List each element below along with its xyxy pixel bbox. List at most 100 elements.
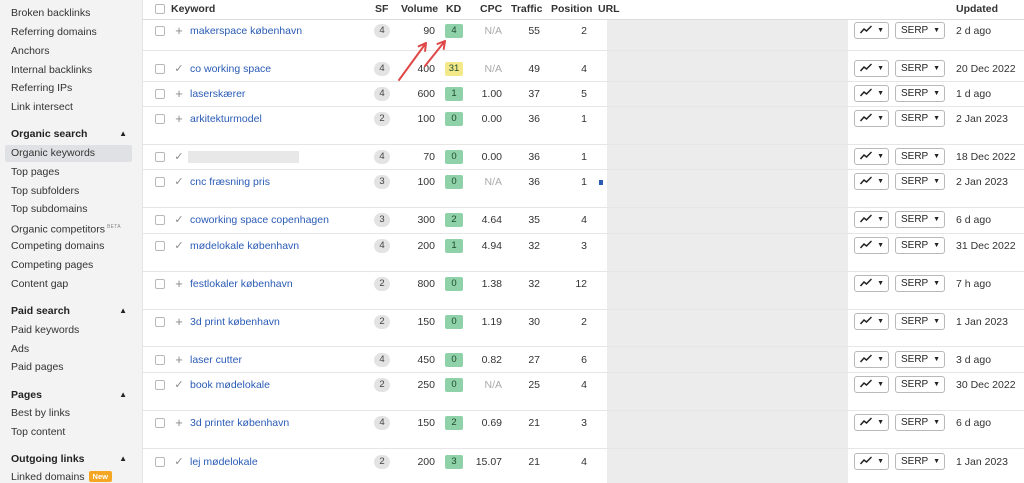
sidebar-item-outgoing-0[interactable]: Linked domains New [5,469,132,483]
row-checkbox[interactable] [155,177,165,187]
sidebar-item-organic-5[interactable]: Competing domains [5,238,132,255]
serp-features-count[interactable]: 4 [374,416,390,430]
serp-features-count[interactable]: 2 [374,455,390,469]
serp-features-count[interactable]: 4 [374,353,390,367]
row-checkbox[interactable] [155,380,165,390]
keyword-link[interactable]: lej mødelokale [190,455,258,469]
sidebar-item-pages-0[interactable]: Best by links [5,405,132,422]
add-keyword-plus-icon[interactable]: + [173,353,185,366]
serp-features-count[interactable]: 2 [374,277,390,291]
serp-dropdown[interactable]: SERP ▼ [895,211,945,228]
trend-dropdown[interactable]: ▼ [854,351,889,368]
row-checkbox[interactable] [155,26,165,36]
trend-dropdown[interactable]: ▼ [854,85,889,102]
keyword-link[interactable]: arkitekturmodel [190,112,262,126]
header-traffic[interactable]: Traffic [511,2,543,16]
keyword-link[interactable]: cnc fræsning pris [190,175,270,189]
serp-dropdown[interactable]: SERP ▼ [895,237,945,254]
sidebar-item-2[interactable]: Anchors [5,43,132,60]
sidebar-item-organic-1[interactable]: Top pages [5,164,132,181]
sidebar-item-organic-2[interactable]: Top subfolders [5,183,132,200]
row-checkbox[interactable] [155,457,165,467]
serp-features-count[interactable]: 2 [374,112,390,126]
header-position[interactable]: Position [551,2,592,16]
sidebar-item-organic-7[interactable]: Content gap [5,276,132,293]
serp-features-count[interactable]: 4 [374,150,390,164]
row-checkbox[interactable] [155,152,165,162]
keyword-added-check-icon[interactable]: ✓ [173,176,185,188]
trend-dropdown[interactable]: ▼ [854,275,889,292]
keyword-link[interactable]: book mødelokale [190,378,270,392]
add-keyword-plus-icon[interactable]: + [173,112,185,125]
serp-features-count[interactable]: 4 [374,24,390,38]
row-checkbox[interactable] [155,114,165,124]
serp-dropdown[interactable]: SERP ▼ [895,148,945,165]
header-volume[interactable]: Volume [401,2,438,16]
serp-dropdown[interactable]: SERP ▼ [895,85,945,102]
serp-features-count[interactable]: 4 [374,87,390,101]
header-sf[interactable]: SF [375,2,388,16]
keyword-added-check-icon[interactable]: ✓ [173,151,185,163]
serp-dropdown[interactable]: SERP ▼ [895,173,945,190]
keyword-link[interactable]: co working space [190,62,271,76]
url-link-icon[interactable] [599,180,603,185]
sidebar-item-pages-1[interactable]: Top content [5,424,132,441]
serp-dropdown[interactable]: SERP ▼ [895,376,945,393]
sidebar-item-1[interactable]: Referring domains [5,24,132,41]
trend-dropdown[interactable]: ▼ [854,173,889,190]
sidebar-item-0[interactable]: Broken backlinks [5,5,132,22]
sidebar-item-4[interactable]: Referring IPs [5,80,132,97]
serp-dropdown[interactable]: SERP ▼ [895,275,945,292]
sidebar-item-3[interactable]: Internal backlinks [5,62,132,79]
serp-dropdown[interactable]: SERP ▼ [895,110,945,127]
header-url[interactable]: URL [598,2,620,16]
sidebar-item-5[interactable]: Link intersect [5,99,132,116]
sidebar-item-organic-4[interactable]: Organic competitors BETA [5,219,132,236]
serp-dropdown[interactable]: SERP ▼ [895,60,945,77]
sidebar-item-paid-0[interactable]: Paid keywords [5,322,132,339]
serp-dropdown[interactable]: SERP ▼ [895,351,945,368]
trend-dropdown[interactable]: ▼ [854,22,889,39]
serp-features-count[interactable]: 3 [374,175,390,189]
header-updated[interactable]: Updated [956,2,998,16]
keyword-added-check-icon[interactable]: ✓ [173,240,185,252]
row-checkbox[interactable] [155,64,165,74]
header-cpc[interactable]: CPC [480,2,502,16]
sidebar-item-paid-1[interactable]: Ads [5,341,132,358]
keyword-link[interactable]: laser cutter [190,353,242,367]
sidebar-item-organic-3[interactable]: Top subdomains [5,201,132,218]
trend-dropdown[interactable]: ▼ [854,148,889,165]
row-checkbox[interactable] [155,317,165,327]
serp-dropdown[interactable]: SERP ▼ [895,22,945,39]
trend-dropdown[interactable]: ▼ [854,376,889,393]
keyword-link[interactable]: 3d print københavn [190,315,280,329]
add-keyword-plus-icon[interactable]: + [173,87,185,100]
row-checkbox[interactable] [155,241,165,251]
keyword-link[interactable]: mødelokale københavn [190,239,299,253]
add-keyword-plus-icon[interactable]: + [173,24,185,37]
sidebar-item-organic-6[interactable]: Competing pages [5,257,132,274]
keyword-added-check-icon[interactable]: ✓ [173,63,185,75]
serp-dropdown[interactable]: SERP ▼ [895,313,945,330]
trend-dropdown[interactable]: ▼ [854,211,889,228]
add-keyword-plus-icon[interactable]: + [173,277,185,290]
add-keyword-plus-icon[interactable]: + [173,416,185,429]
sidebar-section-paid-search[interactable]: Paid search ▲ [11,303,131,319]
add-keyword-plus-icon[interactable]: + [173,315,185,328]
sidebar-section-organic-search[interactable]: Organic search ▲ [11,126,131,142]
serp-features-count[interactable]: 2 [374,315,390,329]
trend-dropdown[interactable]: ▼ [854,60,889,77]
keyword-link[interactable]: festlokaler københavn [190,277,293,291]
keyword-link[interactable]: coworking space copenhagen [190,213,329,227]
select-all-checkbox[interactable] [155,4,165,14]
trend-dropdown[interactable]: ▼ [854,453,889,470]
keyword-added-check-icon[interactable]: ✓ [173,456,185,468]
header-kd[interactable]: KD [446,2,461,16]
row-checkbox[interactable] [155,279,165,289]
keyword-link[interactable]: 3d printer københavn [190,416,289,430]
trend-dropdown[interactable]: ▼ [854,237,889,254]
sidebar-item-paid-2[interactable]: Paid pages [5,359,132,376]
sidebar-section-pages[interactable]: Pages ▲ [11,387,131,403]
row-checkbox[interactable] [155,215,165,225]
serp-features-count[interactable]: 3 [374,213,390,227]
